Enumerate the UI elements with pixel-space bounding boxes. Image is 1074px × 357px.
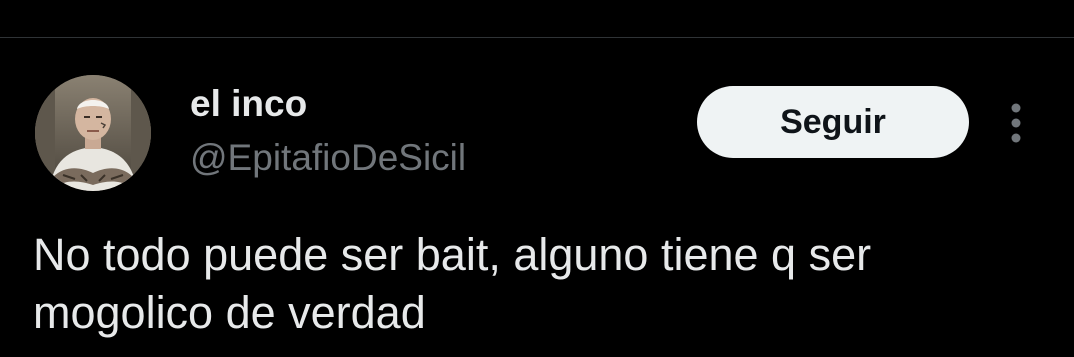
avatar[interactable]: [35, 75, 151, 191]
author-display-name[interactable]: el inco: [190, 82, 307, 126]
tweet-text: No todo puede ser bait, alguno tiene q s…: [33, 229, 872, 338]
more-options-vertical-icon: [1011, 103, 1021, 143]
follow-button[interactable]: Seguir: [697, 86, 969, 158]
top-divider: [0, 37, 1074, 38]
author-handle[interactable]: @EpitafioDeSicil: [190, 136, 466, 180]
avatar-image: [35, 75, 151, 191]
more-options-button[interactable]: [1000, 100, 1032, 146]
